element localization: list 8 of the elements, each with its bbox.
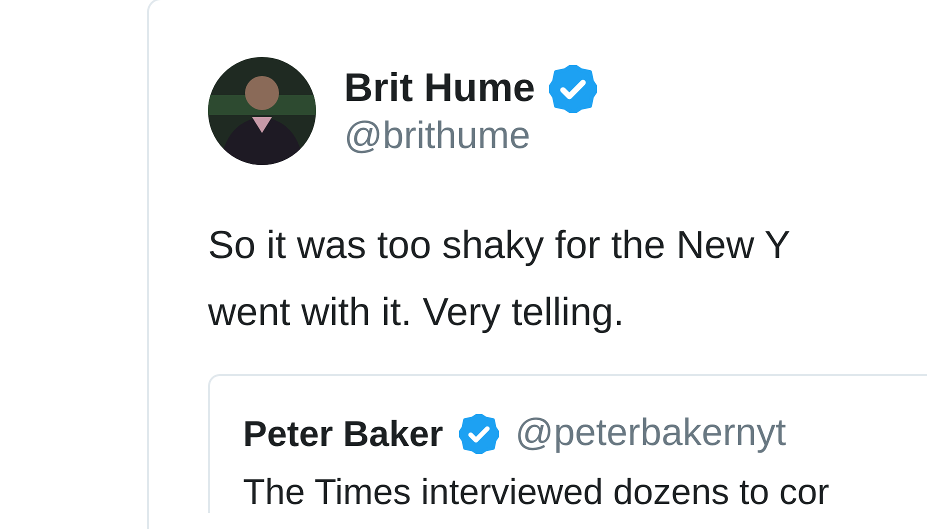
author-name[interactable]: Brit Hume	[344, 66, 536, 111]
quoted-author-name: Peter Baker	[243, 412, 444, 454]
tweet-text: So it was too shaky for the New Y	[208, 223, 792, 269]
tweet-text: went with it. Very telling.	[208, 290, 626, 336]
quoted-tweet-card[interactable]: Peter Baker @peterbakernyt The Times interviewed dozens to cor	[208, 374, 927, 513]
author-handle[interactable]: @brithume	[344, 114, 598, 158]
quoted-tweet-text: The Times interviewed dozens to cor	[243, 471, 830, 513]
quoted-author-handle: @peterbakernyt	[515, 412, 786, 455]
